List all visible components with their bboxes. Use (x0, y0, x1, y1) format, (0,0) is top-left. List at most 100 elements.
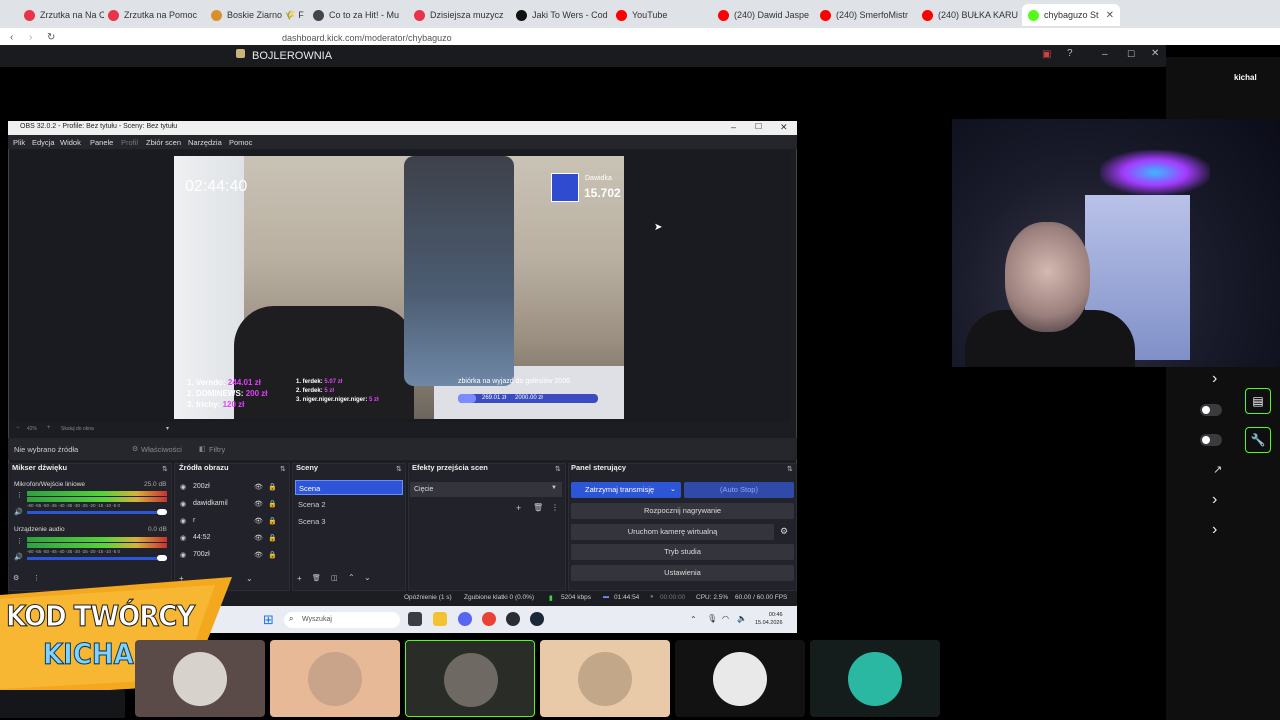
help-icon[interactable]: ? (1067, 48, 1073, 59)
source-item[interactable]: 200zł (193, 483, 210, 490)
user-tile[interactable] (270, 640, 400, 717)
speaker-icon[interactable]: 🔊 (14, 553, 23, 561)
browser-tab[interactable]: Zrzutka na Na Cho (24, 4, 104, 26)
chevron-right-icon[interactable]: › (1212, 521, 1217, 539)
chevron-down-icon[interactable]: ⌄ (670, 485, 676, 493)
browser-tab[interactable]: Dzisiejsza muzycz (414, 4, 514, 26)
dock-menu-icon[interactable]: ⇅ (555, 465, 561, 473)
zoom-out-icon[interactable]: − (16, 425, 20, 431)
wifi-icon[interactable]: ◠ (722, 614, 729, 623)
chevron-down-icon[interactable]: ▼ (551, 485, 557, 491)
virtual-camera-button[interactable]: Uruchom kamerę wirtualną (571, 524, 774, 540)
reload-icon[interactable]: ↻ (47, 32, 55, 43)
source-item[interactable]: dawidkamil (193, 500, 228, 507)
dock-menu-icon[interactable]: ⇅ (280, 465, 286, 473)
browser-tab[interactable]: (240) BUŁKA KARU (922, 4, 1020, 26)
maximize-icon[interactable]: ☐ (1127, 49, 1135, 60)
tray-chevron-up-icon[interactable]: ⌃ (690, 615, 697, 624)
lock-icon[interactable]: 🔒 (268, 534, 277, 542)
task-view-icon[interactable] (408, 612, 422, 626)
steam-icon[interactable] (530, 612, 544, 626)
chevron-down-icon[interactable]: ⌄ (246, 574, 253, 583)
add-transition-icon[interactable]: + (516, 503, 521, 513)
lock-icon[interactable]: 🔒 (268, 551, 277, 559)
close-icon[interactable]: ✕ (1151, 48, 1159, 59)
user-tile[interactable] (405, 640, 535, 717)
forward-icon[interactable]: › (29, 32, 32, 43)
menu-profil[interactable]: Profil (121, 138, 138, 147)
menu-edycja[interactable]: Edycja (32, 138, 55, 147)
volume-slider[interactable] (27, 511, 167, 514)
dock-menu-icon[interactable]: ⇅ (162, 465, 168, 473)
lock-icon[interactable]: 🔒 (268, 483, 277, 491)
chevron-right-icon[interactable]: › (1212, 370, 1217, 388)
auto-stop-button[interactable]: (Auto Stop) (684, 482, 794, 498)
browser-tab[interactable]: Co to za Hit! - Mu (313, 4, 411, 26)
visibility-eye-icon[interactable]: 👁 (254, 483, 263, 491)
address-bar[interactable] (0, 28, 1280, 45)
visibility-eye-icon[interactable]: 👁 (254, 534, 263, 542)
volume-slider[interactable] (27, 557, 167, 560)
delete-scene-icon[interactable]: 🗑 (312, 574, 321, 582)
source-item[interactable]: 700zł (193, 551, 210, 558)
obs-minimize-icon[interactable]: – (731, 122, 736, 132)
speaker-icon[interactable]: 🔊 (14, 508, 23, 516)
gear-icon[interactable]: ⚙ (780, 526, 788, 537)
toggle-switch[interactable] (1200, 434, 1222, 446)
stop-stream-button[interactable]: Zatrzymaj transmisję (571, 482, 681, 498)
taskbar-clock[interactable]: 00:46 15.04.2026 (755, 611, 783, 627)
volume-slider-handle[interactable] (157, 555, 167, 561)
mic-icon[interactable]: 🎙 (707, 614, 717, 623)
visibility-eye-icon[interactable]: 👁 (254, 517, 263, 525)
taskbar-search[interactable]: Wyszukaj (284, 612, 400, 628)
filters-button[interactable]: Filtry (209, 445, 225, 454)
menu-zbior-scen[interactable]: Zbiór scen (146, 138, 181, 147)
start-recording-button[interactable]: Rozpocznij nagrywanie (571, 503, 794, 519)
chevron-right-icon[interactable]: › (1212, 491, 1217, 509)
tab-close-icon[interactable]: ✕ (1106, 10, 1114, 21)
obs-taskbar-icon[interactable] (506, 612, 520, 626)
settings-button[interactable]: Ustawienia (571, 565, 794, 581)
transition-select[interactable]: Cięcie (410, 482, 562, 497)
browser-tab[interactable]: (240) SmerfoMistr (820, 4, 920, 26)
mod-tool-button[interactable]: ▤ (1245, 388, 1271, 414)
obs-close-icon[interactable]: ✕ (780, 122, 788, 133)
stats-icon[interactable]: ↗ (1213, 463, 1222, 476)
chevron-up-icon[interactable]: ⌃ (348, 573, 355, 582)
toggle-switch[interactable] (1200, 404, 1222, 416)
delete-transition-icon[interactable]: 🗑 (533, 503, 543, 512)
dock-menu-icon[interactable]: ⇅ (396, 465, 402, 473)
volume-icon[interactable]: 🔈 (737, 614, 747, 623)
menu-widok[interactable]: Widok (60, 138, 81, 147)
chrome-icon[interactable] (482, 612, 496, 626)
volume-slider-handle[interactable] (157, 509, 167, 515)
browser-tab[interactable]: chybaguzo St ✕ (1022, 4, 1120, 26)
scene-filter-icon[interactable]: ◫ (331, 574, 338, 582)
file-explorer-icon[interactable] (433, 612, 447, 626)
discord-icon[interactable] (458, 612, 472, 626)
dock-menu-icon[interactable]: ⇅ (787, 465, 793, 473)
scene-item-selected[interactable]: Scena (295, 480, 403, 495)
menu-pomoc[interactable]: Pomoc (229, 138, 252, 147)
source-item[interactable]: r (193, 517, 195, 524)
obs-maximize-icon[interactable]: ☐ (755, 122, 762, 131)
zoom-mode[interactable]: Skaluj do okna (61, 426, 94, 432)
menu-narzedzia[interactable]: Narzędzia (188, 138, 222, 147)
wrench-icon[interactable]: 🔧 (1245, 427, 1271, 453)
chevron-down-icon[interactable]: ⌄ (364, 573, 371, 582)
properties-button[interactable]: Właściwości (141, 445, 182, 454)
menu-plik[interactable]: Plik (13, 138, 25, 147)
add-scene-icon[interactable]: + (297, 574, 302, 583)
studio-mode-button[interactable]: Tryb studia (571, 544, 794, 560)
cast-icon[interactable]: ▣ (1042, 49, 1051, 60)
source-item[interactable]: 44:52 (193, 534, 211, 541)
visibility-eye-icon[interactable]: 👁 (254, 551, 263, 559)
channel-menu-icon[interactable]: ⋮ (16, 491, 23, 499)
user-tile[interactable] (675, 640, 805, 717)
zoom-dropdown-icon[interactable]: ▾ (166, 425, 169, 432)
channel-menu-icon[interactable]: ⋮ (16, 537, 23, 545)
windows-start-icon[interactable]: ⊞ (263, 612, 274, 628)
url-text[interactable]: dashboard.kick.com/moderator/chybaguzo (282, 33, 452, 43)
menu-panele[interactable]: Panele (90, 138, 113, 147)
back-icon[interactable]: ‹ (10, 32, 13, 43)
